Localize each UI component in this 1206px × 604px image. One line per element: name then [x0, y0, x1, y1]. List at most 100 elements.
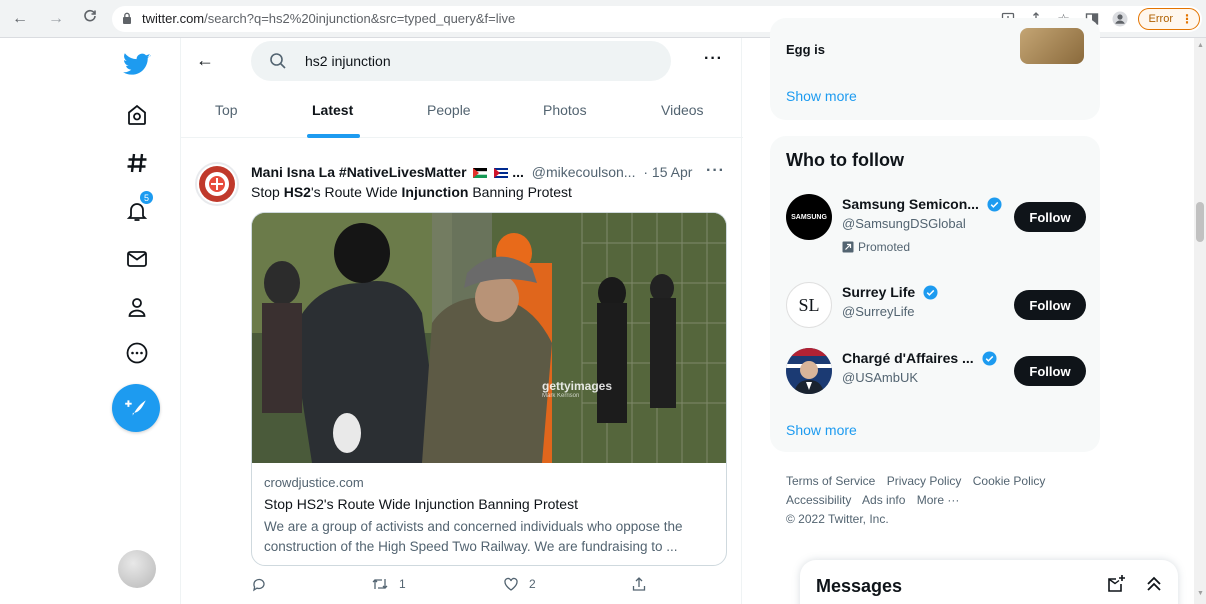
follow-button[interactable]: Follow	[1014, 356, 1086, 386]
footer-privacy-link[interactable]: Privacy Policy	[887, 474, 962, 488]
suggestion-handle: @SurreyLife	[842, 304, 915, 319]
suggestion-handle: @SamsungDSGlobal	[842, 216, 966, 231]
card-domain: crowdjustice.com	[264, 475, 364, 490]
copyright: © 2022 Twitter, Inc.	[786, 512, 889, 526]
explore-hashtag-icon[interactable]	[122, 148, 152, 178]
share-upload-icon	[632, 577, 646, 591]
right-sidebar: Egg is Show more Who to follow SAMSUNG S…	[770, 18, 1100, 604]
link-card[interactable]: gettyimages Mark Kerrison crowdjustice.c…	[251, 212, 727, 566]
footer-ads-link[interactable]: Ads info	[862, 493, 905, 507]
search-icon	[270, 53, 286, 69]
avatar[interactable]: SAMSUNG	[786, 194, 832, 240]
feather-plus-icon	[125, 400, 146, 416]
forward-arrow-icon[interactable]: →	[46, 9, 66, 29]
share-button[interactable]	[631, 576, 647, 592]
promoted-icon	[842, 241, 854, 253]
trends-box: Egg is Show more	[770, 18, 1100, 120]
new-message-icon[interactable]	[1106, 574, 1126, 594]
cuba-flag-icon	[494, 168, 509, 179]
footer-accessibility-link[interactable]: Accessibility	[786, 493, 851, 507]
who-to-follow-box: Who to follow SAMSUNG Samsung Semicon...…	[770, 136, 1100, 452]
who-to-follow-title: Who to follow	[786, 150, 904, 170]
card-title: Stop HS2's Route Wide Injunction Banning…	[264, 496, 578, 512]
follow-suggestion[interactable]: SL Surrey Life @SurreyLife Follow	[786, 282, 1086, 342]
search-tabs: Top Latest People Photos Videos	[181, 86, 743, 138]
follow-button[interactable]: Follow	[1014, 202, 1086, 232]
follow-button[interactable]: Follow	[1014, 290, 1086, 320]
messages-mail-icon[interactable]	[122, 244, 152, 274]
trend-item[interactable]: Egg is	[786, 42, 825, 57]
back-arrow-icon[interactable]: ←	[10, 9, 30, 29]
card-photo	[252, 213, 726, 463]
home-icon[interactable]	[122, 100, 152, 130]
avatar[interactable]: SL	[786, 282, 832, 328]
scroll-down-icon[interactable]: ▼	[1197, 590, 1204, 597]
footer-cookie-link[interactable]: Cookie Policy	[973, 474, 1046, 488]
messages-title: Messages	[816, 576, 903, 596]
tab-videos[interactable]: Videos	[661, 102, 704, 118]
follow-suggestion[interactable]: Chargé d'Affaires ... @USAmbUK Follow	[786, 348, 1086, 408]
verified-badge-icon	[923, 285, 938, 300]
lock-icon	[123, 12, 131, 24]
footer-links: Terms of Service Privacy Policy Cookie P…	[786, 472, 1086, 529]
page-scrollbar[interactable]: ▲ ▼	[1194, 38, 1206, 604]
trends-show-more[interactable]: Show more	[786, 88, 857, 104]
notifications-bell-icon[interactable]: 5	[122, 190, 154, 226]
tweet-more-icon[interactable]: ···	[706, 162, 725, 180]
retweet-button[interactable]: 1	[371, 576, 406, 592]
trend-thumbnail	[1020, 28, 1084, 64]
compose-tweet-button[interactable]	[112, 384, 160, 432]
active-tab-indicator	[307, 134, 360, 138]
messages-drawer[interactable]: Messages	[800, 560, 1178, 604]
search-query: hs2 injunction	[305, 53, 391, 69]
retweet-count: 1	[399, 577, 406, 591]
reply-button[interactable]	[251, 576, 267, 592]
who-to-follow-show-more[interactable]: Show more	[786, 422, 857, 438]
search-input[interactable]: hs2 injunction	[251, 41, 671, 81]
error-button[interactable]: Error ⋮	[1137, 8, 1200, 30]
photo-credit: Mark Kerrison	[542, 393, 580, 399]
promoted-label: Promoted	[842, 240, 910, 254]
tab-photos[interactable]: Photos	[543, 102, 587, 118]
more-circle-icon[interactable]	[122, 338, 152, 368]
tweet[interactable]: Mani Isna La #NativeLivesMatter ... @mik…	[181, 150, 743, 604]
verified-badge-icon	[982, 351, 997, 366]
tweet-author-avatar[interactable]	[195, 162, 239, 206]
profile-person-icon[interactable]	[122, 292, 152, 322]
like-count: 2	[529, 577, 536, 591]
footer-terms-link[interactable]: Terms of Service	[786, 474, 875, 488]
kebab-menu-icon: ⋮	[1181, 12, 1193, 26]
footer-more-link[interactable]: More ···	[917, 493, 960, 507]
suggestion-handle: @USAmbUK	[842, 370, 919, 385]
avatar[interactable]	[786, 348, 832, 394]
back-arrow-icon[interactable]: ←	[195, 50, 215, 70]
notification-badge: 5	[139, 190, 154, 205]
follow-suggestion[interactable]: SAMSUNG Samsung Semicon... @SamsungDSGlo…	[786, 194, 1086, 254]
twitter-logo-icon[interactable]	[122, 50, 152, 80]
tweet-header: Mani Isna La #NativeLivesMatter ... @mik…	[251, 164, 693, 180]
scroll-up-icon[interactable]: ▲	[1197, 42, 1204, 49]
url-text: twitter.com/search?q=hs2%20injunction&sr…	[142, 11, 516, 26]
tweet-timestamp[interactable]: · 15 Apr	[643, 164, 692, 180]
tab-latest[interactable]: Latest	[312, 102, 353, 118]
reply-icon	[253, 578, 265, 592]
scrollbar-thumb[interactable]	[1196, 202, 1204, 242]
expand-chevrons-up-icon[interactable]	[1144, 574, 1164, 594]
profile-icon[interactable]	[1106, 6, 1134, 32]
account-avatar[interactable]	[118, 550, 156, 588]
suggestion-name[interactable]: Samsung Semicon...	[842, 196, 979, 212]
more-options-icon[interactable]: ···	[704, 50, 723, 68]
retweet-icon	[372, 579, 388, 589]
heart-icon	[504, 577, 518, 591]
tweet-author-name[interactable]: Mani Isna La #NativeLivesMatter	[251, 164, 467, 180]
getty-watermark: gettyimages	[542, 379, 613, 393]
card-description: We are a group of activists and concerne…	[264, 519, 683, 554]
tab-people[interactable]: People	[427, 102, 471, 118]
verified-badge-icon	[987, 197, 1002, 212]
search-results-column: ← hs2 injunction ··· Top Latest People P…	[180, 38, 743, 604]
like-button[interactable]: 2	[503, 576, 536, 592]
suggestion-name[interactable]: Chargé d'Affaires ...	[842, 350, 974, 366]
reload-icon[interactable]	[80, 9, 100, 29]
tab-top[interactable]: Top	[215, 102, 238, 118]
suggestion-name[interactable]: Surrey Life	[842, 284, 915, 300]
